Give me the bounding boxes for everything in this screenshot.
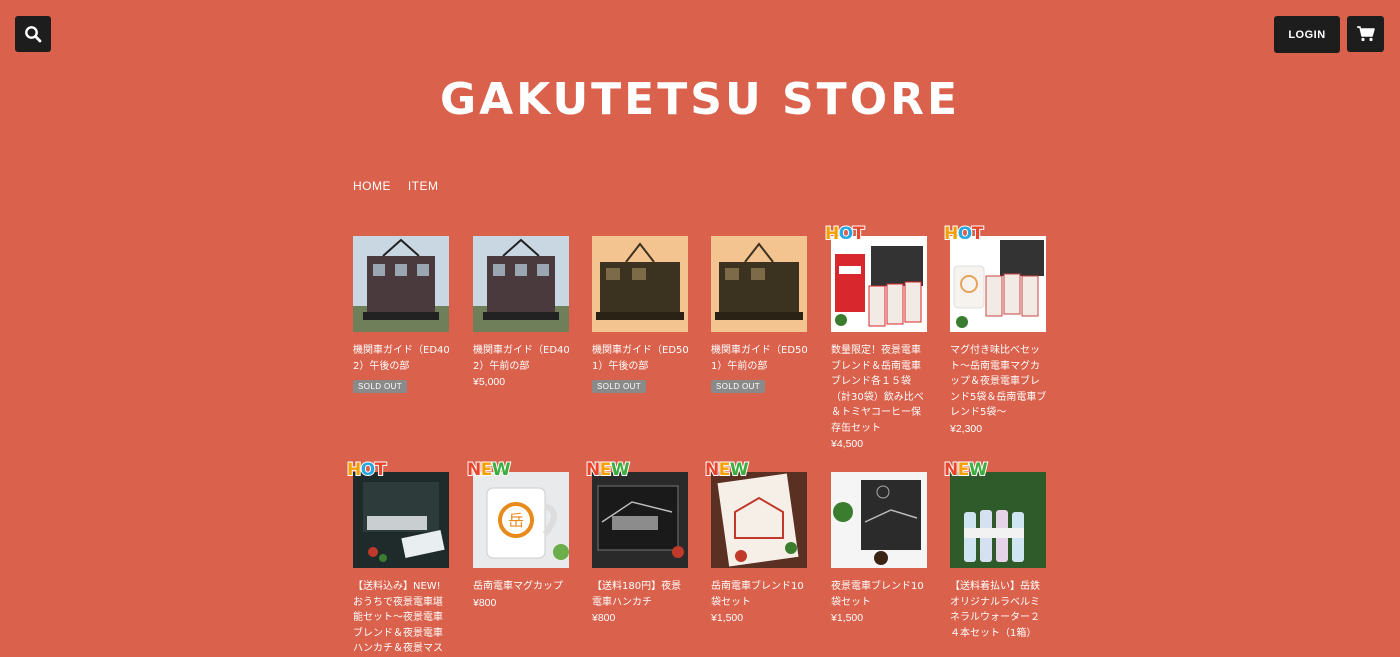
product-card[interactable]: NEW 【送料着払い】岳鉄オリジナルラベルミネラルウォーター２４本セット（1箱） bbox=[943, 461, 1047, 641]
search-icon bbox=[25, 26, 42, 43]
product-name[interactable]: 機関車ガイド（ED402）午後の部 bbox=[353, 343, 450, 374]
product-card[interactable]: HOT 【送料込み】NEW! おうちで夜景電車堪能セット〜夜景電車ブレンド＆夜景… bbox=[346, 461, 450, 657]
product-card[interactable]: 夜景電車ブレンド10袋セット ¥1,500 bbox=[831, 472, 928, 624]
product-name[interactable]: 数量限定！夜景電車ブレンド＆岳南電車ブレンド各１５袋（計30袋）飲み比べ＆トミヤ… bbox=[831, 343, 928, 436]
product-image[interactable] bbox=[831, 472, 927, 568]
soldout-badge: SOLD OUT bbox=[592, 380, 647, 393]
nav-home-link[interactable]: HOME bbox=[353, 179, 391, 193]
product-card[interactable]: 機関車ガイド（ED501）午前の部 SOLD OUT bbox=[711, 236, 808, 393]
product-price: ¥4,500 bbox=[831, 438, 864, 450]
breadcrumb-nav: HOME ITEM bbox=[353, 179, 452, 193]
product-price: ¥1,500 bbox=[831, 612, 864, 624]
product-card[interactable]: 機関車ガイド（ED501）午後の部 SOLD OUT bbox=[592, 236, 689, 393]
new-badge: NEW bbox=[704, 460, 750, 480]
product-name[interactable]: 岳南電車ブレンド10袋セット bbox=[711, 579, 808, 610]
product-image[interactable] bbox=[711, 236, 807, 332]
product-price: ¥800 bbox=[473, 596, 497, 609]
product-card[interactable]: NEW 【送料180円】夜景電車ハンカチ ¥800 bbox=[585, 461, 689, 624]
product-card[interactable]: 岳 NEW 岳南電車マグカップ ¥800 bbox=[466, 461, 570, 609]
product-image[interactable]: 岳 NEW bbox=[466, 461, 569, 568]
nav-item-link[interactable]: ITEM bbox=[408, 179, 439, 193]
soldout-badge: SOLD OUT bbox=[353, 380, 408, 393]
product-name[interactable]: 機関車ガイド（ED501）午前の部 bbox=[711, 343, 808, 374]
product-name[interactable]: 機関車ガイド（ED501）午後の部 bbox=[592, 343, 689, 374]
soldout-badge: SOLD OUT bbox=[711, 380, 766, 393]
new-badge: NEW bbox=[943, 460, 989, 480]
product-price: ¥5,000 bbox=[473, 376, 506, 388]
product-card[interactable]: 機関車ガイド（ED402）午後の部 SOLD OUT bbox=[353, 236, 450, 393]
product-image[interactable]: NEW bbox=[704, 461, 807, 568]
new-badge: NEW bbox=[585, 460, 631, 480]
product-name[interactable]: 【送料着払い】岳鉄オリジナルラベルミネラルウォーター２４本セット（1箱） bbox=[950, 579, 1047, 641]
product-card[interactable]: HOT 数量限定！夜景電車ブレンド＆岳南電車ブレンド各１５袋（計30袋）飲み比べ… bbox=[824, 225, 928, 450]
product-image[interactable]: HOT bbox=[943, 225, 1046, 332]
login-button[interactable]: LOGIN bbox=[1274, 16, 1340, 53]
product-image[interactable]: HOT bbox=[346, 461, 449, 568]
search-button[interactable] bbox=[15, 16, 51, 52]
product-name[interactable]: マグ付き味比べセット〜岳南電車マグカップ＆夜景電車ブレンド5袋＆岳南電車ブレンド… bbox=[950, 343, 1047, 421]
cart-button[interactable] bbox=[1347, 16, 1384, 52]
cart-icon bbox=[1356, 26, 1375, 42]
hot-badge: HOT bbox=[824, 224, 865, 244]
product-image[interactable] bbox=[592, 236, 688, 332]
new-badge: NEW bbox=[466, 460, 512, 480]
product-name[interactable]: 夜景電車ブレンド10袋セット bbox=[831, 579, 928, 610]
svg-text:岳: 岳 bbox=[508, 511, 524, 530]
product-image[interactable] bbox=[353, 236, 449, 332]
product-name[interactable]: 岳南電車マグカップ bbox=[473, 579, 570, 595]
product-price: ¥800 bbox=[592, 612, 616, 624]
product-card[interactable]: HOT マグ付き味比べセット〜岳南電車マグカップ＆夜景電車ブレンド5袋＆岳南電車… bbox=[943, 225, 1047, 435]
product-image[interactable]: NEW bbox=[585, 461, 688, 568]
product-image[interactable]: HOT bbox=[824, 225, 927, 332]
store-title[interactable]: GAKUTETSU STORE bbox=[0, 74, 1400, 125]
product-name[interactable]: 機関車ガイド（ED402）午前の部 bbox=[473, 343, 570, 374]
product-name[interactable]: 【送料180円】夜景電車ハンカチ bbox=[592, 579, 689, 610]
hot-badge: HOT bbox=[943, 224, 984, 244]
product-card[interactable]: 機関車ガイド（ED402）午前の部 ¥5,000 bbox=[473, 236, 570, 388]
hot-badge: HOT bbox=[346, 460, 387, 480]
product-price: ¥2,300 bbox=[950, 422, 983, 435]
product-image[interactable]: NEW bbox=[943, 461, 1046, 568]
product-card[interactable]: NEW 岳南電車ブレンド10袋セット ¥1,500 bbox=[704, 461, 808, 624]
product-price: ¥1,500 bbox=[711, 612, 744, 624]
product-image[interactable] bbox=[473, 236, 569, 332]
